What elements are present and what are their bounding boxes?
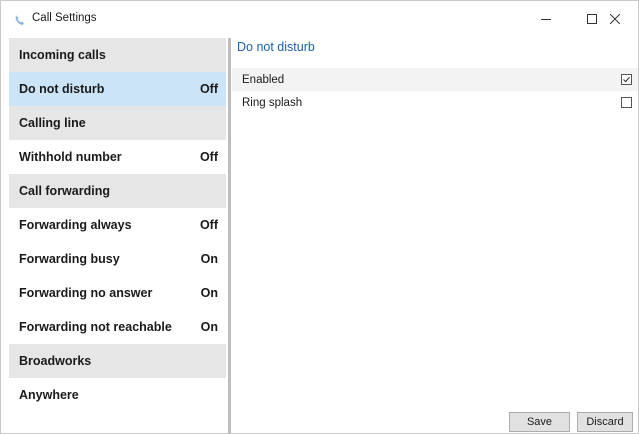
sidebar-item-withhold-number[interactable]: Withhold number Off	[9, 140, 226, 174]
pane-splitter[interactable]	[228, 38, 231, 433]
sidebar-item-label: Do not disturb	[19, 82, 105, 96]
section-header-calling-line: Calling line	[9, 106, 226, 140]
section-header-label: Incoming calls	[19, 48, 106, 62]
section-header-label: Call forwarding	[19, 184, 110, 198]
call-settings-app-icon	[14, 13, 26, 25]
call-settings-window: Call Settings Incoming calls Do not dist…	[0, 0, 639, 434]
sidebar-item-status: On	[200, 286, 218, 300]
sidebar-item-forwarding-not-reachable[interactable]: Forwarding not reachable On	[9, 310, 226, 344]
title-bar[interactable]: Call Settings	[1, 1, 638, 37]
page-title: Do not disturb	[237, 40, 315, 54]
sidebar-item-label: Withhold number	[19, 150, 122, 164]
sidebar-item-status: On	[200, 320, 218, 334]
option-label: Ring splash	[242, 96, 303, 109]
discard-button[interactable]: Discard	[577, 412, 633, 432]
section-header-label: Broadworks	[19, 354, 92, 368]
sidebar-item-status: Off	[199, 218, 218, 232]
settings-content-panel: Do not disturb Enabled Ring splash Save …	[232, 38, 638, 433]
sidebar-item-anywhere[interactable]: Anywhere	[9, 378, 226, 412]
sidebar-item-label: Anywhere	[19, 388, 79, 402]
sidebar-item-do-not-disturb[interactable]: Do not disturb Off	[9, 72, 226, 106]
section-header-incoming-calls: Incoming calls	[9, 38, 226, 72]
sidebar-item-forwarding-always[interactable]: Forwarding always Off	[9, 208, 226, 242]
option-label: Enabled	[242, 73, 285, 86]
sidebar-item-label: Forwarding not reachable	[19, 320, 172, 334]
sidebar-item-status: Off	[199, 82, 218, 96]
section-header-broadworks: Broadworks	[9, 344, 226, 378]
window-title: Call Settings	[32, 12, 97, 24]
sidebar-item-status: Off	[199, 150, 218, 164]
settings-sidebar: Incoming calls Do not disturb Off Callin…	[9, 38, 226, 433]
option-row-enabled[interactable]: Enabled	[232, 68, 638, 91]
close-icon	[610, 14, 620, 24]
minimize-button[interactable]	[523, 1, 569, 37]
section-header-call-forwarding: Call forwarding	[9, 174, 226, 208]
save-button[interactable]: Save	[509, 412, 570, 432]
sidebar-item-label: Forwarding no answer	[19, 286, 153, 300]
minimize-icon	[541, 14, 551, 24]
sidebar-item-forwarding-busy[interactable]: Forwarding busy On	[9, 242, 226, 276]
enabled-checkbox[interactable]	[621, 74, 632, 85]
sidebar-item-forwarding-no-answer[interactable]: Forwarding no answer On	[9, 276, 226, 310]
close-button[interactable]	[592, 1, 638, 37]
sidebar-item-label: Forwarding always	[19, 218, 132, 232]
option-row-ring-splash[interactable]: Ring splash	[232, 91, 638, 114]
ring-splash-checkbox[interactable]	[621, 97, 632, 108]
sidebar-item-status: On	[200, 252, 218, 266]
section-header-label: Calling line	[19, 116, 86, 130]
sidebar-item-label: Forwarding busy	[19, 252, 120, 266]
checkmark-icon	[623, 76, 630, 83]
